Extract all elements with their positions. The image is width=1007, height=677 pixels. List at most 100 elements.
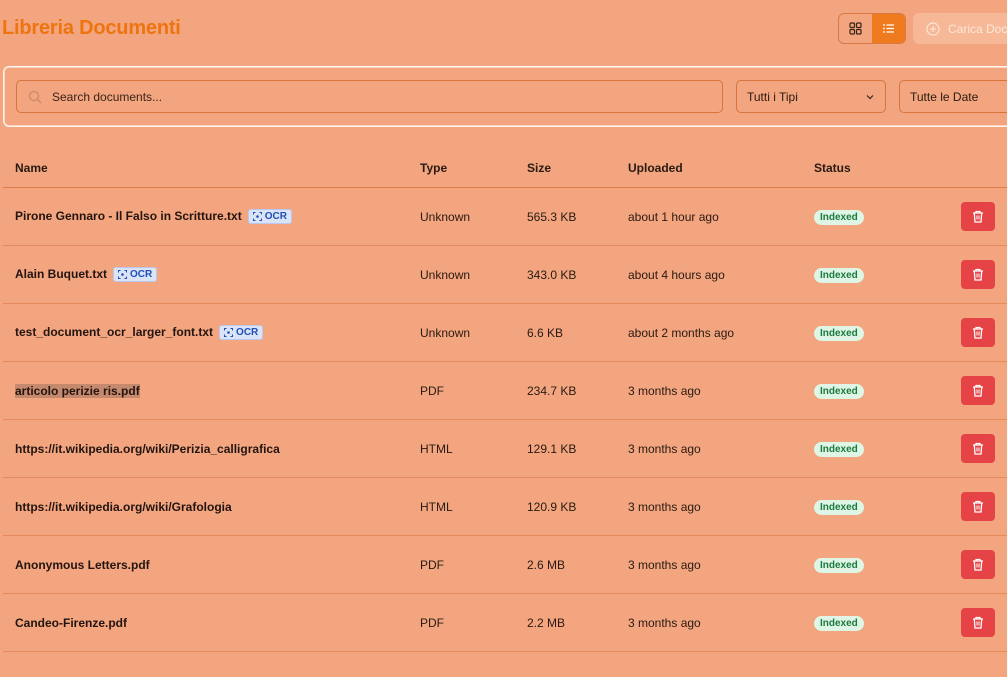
chevron-down-icon xyxy=(866,94,874,99)
document-uploaded: 3 months ago xyxy=(616,477,802,536)
delete-button[interactable] xyxy=(961,260,995,289)
trash-icon xyxy=(973,326,983,339)
search-field[interactable] xyxy=(50,88,654,105)
document-name[interactable]: Candeo-Firenze.pdf xyxy=(15,616,127,630)
document-uploaded: about 4 hours ago xyxy=(616,245,802,304)
document-name[interactable]: https://it.wikipedia.org/wiki/Perizia_ca… xyxy=(15,442,280,456)
ocr-badge: OCR xyxy=(113,267,158,283)
grid-view-button[interactable] xyxy=(839,14,872,43)
delete-button[interactable] xyxy=(961,202,995,231)
document-size: 120.9 KB xyxy=(515,477,616,536)
type-filter-value: Tutti i Tipi xyxy=(747,89,798,104)
document-actions-cell xyxy=(959,303,1007,362)
status-badge: Indexed xyxy=(814,499,864,515)
ocr-badge: OCR xyxy=(219,325,264,341)
table-row[interactable]: Alain Buquet.txt OCR Unknown 343.0 KB ab… xyxy=(3,245,1007,304)
document-name[interactable]: test_document_ocr_larger_font.txt xyxy=(15,325,213,339)
delete-button[interactable] xyxy=(961,492,995,521)
document-actions-cell xyxy=(959,187,1007,246)
plus-circle-icon xyxy=(926,21,940,36)
document-name-cell[interactable]: https://it.wikipedia.org/wiki/Grafologia xyxy=(3,477,408,536)
document-size: 6.6 KB xyxy=(515,303,616,362)
search-input[interactable] xyxy=(16,80,723,113)
column-header-uploaded[interactable]: Uploaded xyxy=(616,148,802,188)
document-actions-cell xyxy=(959,419,1007,478)
search-icon xyxy=(28,90,42,103)
column-header-name[interactable]: Name xyxy=(3,148,408,188)
document-type: Unknown xyxy=(408,187,515,246)
column-header-size[interactable]: Size xyxy=(515,148,616,188)
delete-button[interactable] xyxy=(961,550,995,579)
status-badge: Indexed xyxy=(814,267,864,283)
document-status-cell: Indexed xyxy=(802,593,959,652)
document-type: PDF xyxy=(408,535,515,594)
table-row[interactable]: Pirone Gennaro - Il Falso in Scritture.t… xyxy=(3,187,1007,246)
status-badge: Indexed xyxy=(814,209,864,225)
document-name[interactable]: Pirone Gennaro - Il Falso in Scritture.t… xyxy=(15,209,242,223)
status-badge: Indexed xyxy=(814,325,864,341)
document-type: HTML xyxy=(408,477,515,536)
table-row[interactable]: articolo perizie ris.pdf PDF 234.7 KB 3 … xyxy=(3,361,1007,420)
document-status-cell: Indexed xyxy=(802,187,959,246)
status-badge: Indexed xyxy=(814,383,864,399)
document-status-cell: Indexed xyxy=(802,535,959,594)
list-view-button[interactable] xyxy=(872,14,905,43)
document-name-cell[interactable]: Candeo-Firenze.pdf xyxy=(3,593,408,652)
document-name-cell[interactable]: Anonymous Letters.pdf xyxy=(3,535,408,594)
document-name[interactable]: https://it.wikipedia.org/wiki/Grafologia xyxy=(15,500,232,514)
table-row[interactable]: https://it.wikipedia.org/wiki/Grafologia… xyxy=(3,477,1007,536)
document-size: 343.0 KB xyxy=(515,245,616,304)
document-uploaded: about 1 hour ago xyxy=(616,187,802,246)
document-name-cell[interactable]: https://it.wikipedia.org/wiki/Perizia_ca… xyxy=(3,419,408,478)
document-size: 129.1 KB xyxy=(515,419,616,478)
document-type: Unknown xyxy=(408,303,515,362)
table-row[interactable]: Candeo-Firenze.pdf PDF 2.2 MB 3 months a… xyxy=(3,593,1007,652)
documents-table: Name Type Size Uploaded Status Pirone Ge… xyxy=(3,148,1007,652)
ocr-badge-label: OCR xyxy=(264,211,287,223)
document-name[interactable]: articolo perizie ris.pdf xyxy=(15,383,140,398)
document-actions-cell xyxy=(959,477,1007,536)
document-type: HTML xyxy=(408,419,515,478)
document-uploaded: 3 months ago xyxy=(616,419,802,478)
document-status-cell: Indexed xyxy=(802,245,959,304)
document-status-cell: Indexed xyxy=(802,361,959,420)
document-uploaded: 3 months ago xyxy=(616,535,802,594)
document-size: 565.3 KB xyxy=(515,187,616,246)
document-actions-cell xyxy=(959,361,1007,420)
trash-icon xyxy=(973,558,983,571)
trash-icon xyxy=(973,616,983,629)
status-badge: Indexed xyxy=(814,615,864,631)
document-name-cell[interactable]: Alain Buquet.txt OCR xyxy=(3,245,408,304)
upload-button[interactable]: Carica Doc xyxy=(913,13,1007,44)
page-title: Libreria Documenti xyxy=(2,17,181,39)
document-uploaded: 3 months ago xyxy=(616,361,802,420)
trash-icon xyxy=(973,268,983,281)
delete-button[interactable] xyxy=(961,318,995,347)
document-name[interactable]: Anonymous Letters.pdf xyxy=(15,558,150,572)
table-header-row: Name Type Size Uploaded Status xyxy=(3,148,1007,188)
document-type: PDF xyxy=(408,593,515,652)
delete-button[interactable] xyxy=(961,376,995,405)
status-badge: Indexed xyxy=(814,557,864,573)
scan-icon xyxy=(252,212,262,222)
document-actions-cell xyxy=(959,535,1007,594)
document-name[interactable]: Alain Buquet.txt xyxy=(15,267,107,281)
document-name-cell[interactable]: articolo perizie ris.pdf xyxy=(3,361,408,420)
document-name-cell[interactable]: Pirone Gennaro - Il Falso in Scritture.t… xyxy=(3,187,408,246)
delete-button[interactable] xyxy=(961,608,995,637)
table-row[interactable]: test_document_ocr_larger_font.txt OCR Un… xyxy=(3,303,1007,362)
document-name-cell[interactable]: test_document_ocr_larger_font.txt OCR xyxy=(3,303,408,362)
document-uploaded: about 2 months ago xyxy=(616,303,802,362)
table-row[interactable]: https://it.wikipedia.org/wiki/Perizia_ca… xyxy=(3,419,1007,478)
document-size: 2.2 MB xyxy=(515,593,616,652)
date-filter-select[interactable]: Tutte le Date xyxy=(899,80,1007,113)
table-row[interactable]: Anonymous Letters.pdf PDF 2.6 MB 3 month… xyxy=(3,535,1007,594)
delete-button[interactable] xyxy=(961,434,995,463)
type-filter-select[interactable]: Tutti i Tipi xyxy=(736,80,886,113)
document-uploaded: 3 months ago xyxy=(616,593,802,652)
column-header-status[interactable]: Status xyxy=(802,148,959,188)
column-header-type[interactable]: Type xyxy=(408,148,515,188)
ocr-badge-label: OCR xyxy=(130,269,153,281)
document-size: 234.7 KB xyxy=(515,361,616,420)
trash-icon xyxy=(973,210,983,223)
